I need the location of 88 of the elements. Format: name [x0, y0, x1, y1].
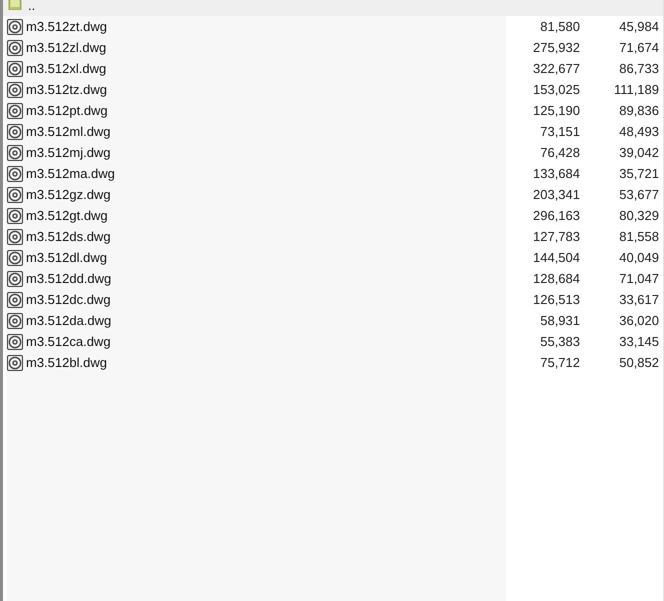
table-cell: 153,025	[533, 82, 580, 97]
table-cell: 50,852	[619, 355, 659, 370]
file-name: m3.512ma.dwg	[26, 166, 115, 181]
table-cell: 275,932	[533, 40, 580, 55]
table-cell: 33,617	[619, 292, 659, 307]
file-name: m3.512xl.dwg	[26, 61, 106, 76]
table-cell: 40,049	[619, 250, 659, 265]
table-cell: 111,189	[614, 82, 659, 97]
disc-file-icon	[7, 124, 23, 140]
disc-file-icon	[7, 334, 23, 350]
file-name: m3.512dc.dwg	[26, 292, 111, 307]
file-row[interactable]: m3.512ma.dwg 133,684 35,721	[3, 163, 663, 184]
file-row[interactable]: m3.512dl.dwg 144,504 40,049	[3, 247, 663, 268]
file-name: m3.512zl.dwg	[26, 40, 106, 55]
table-cell: 75,712	[540, 355, 580, 370]
table-cell: 89,836	[619, 103, 659, 118]
table-cell: 126,513	[533, 292, 580, 307]
file-row[interactable]: m3.512zl.dwg 275,932 71,674	[3, 37, 663, 58]
disc-file-icon	[7, 250, 23, 266]
file-name: m3.512tz.dwg	[26, 82, 107, 97]
file-name: m3.512ca.dwg	[26, 334, 111, 349]
disc-file-icon	[7, 228, 23, 244]
file-name: m3.512ml.dwg	[26, 124, 111, 139]
file-name: m3.512ds.dwg	[26, 229, 111, 244]
table-cell: 53,677	[619, 187, 659, 202]
file-row[interactable]: m3.512dc.dwg 126,513 33,617	[3, 289, 663, 310]
file-row[interactable]: m3.512ml.dwg 73,151 48,493	[3, 121, 663, 142]
disc-file-icon	[7, 312, 23, 328]
table-cell: 322,677	[533, 61, 580, 76]
file-name: m3.512dl.dwg	[26, 250, 107, 265]
table-cell: 144,504	[533, 250, 580, 265]
file-name: m3.512gt.dwg	[26, 208, 108, 223]
table-cell: 71,047	[619, 271, 659, 286]
file-name: m3.512mj.dwg	[26, 145, 111, 160]
table-cell: 36,020	[619, 313, 659, 328]
file-name: m3.512gz.dwg	[26, 187, 111, 202]
file-row[interactable]: m3.512gz.dwg 203,341 53,677	[3, 184, 663, 205]
disc-file-icon	[7, 82, 23, 98]
table-cell: 127,783	[533, 229, 580, 244]
file-row[interactable]: m3.512ds.dwg 127,783 81,558	[3, 226, 663, 247]
disc-file-icon	[7, 270, 23, 286]
file-row[interactable]: m3.512pt.dwg 125,190 89,836	[3, 100, 663, 121]
disc-file-icon	[7, 166, 23, 182]
table-cell: 39,042	[619, 145, 659, 160]
file-row[interactable]: m3.512dd.dwg 128,684 71,047	[3, 268, 663, 289]
table-cell: 48,493	[619, 124, 659, 139]
disc-file-icon	[7, 40, 23, 56]
folder-icon	[8, 0, 22, 10]
table-cell: 296,163	[533, 208, 580, 223]
file-row[interactable]: m3.512mj.dwg 76,428 39,042	[3, 142, 663, 163]
table-cell: 35,721	[619, 166, 659, 181]
file-name: ..	[28, 0, 36, 12]
table-cell: 55,383	[540, 334, 580, 349]
table-cell: 80,329	[619, 208, 659, 223]
table-cell: 76,428	[540, 145, 580, 160]
file-row[interactable]: m3.512tz.dwg 153,025 111,189	[3, 79, 663, 100]
file-row[interactable]: m3.512xl.dwg 322,677 86,733	[3, 58, 663, 79]
disc-file-icon	[7, 292, 23, 308]
file-row[interactable]: m3.512zt.dwg 81,580 45,984	[3, 16, 663, 37]
file-name: m3.512bl.dwg	[26, 355, 107, 370]
file-row[interactable]: m3.512bl.dwg 75,712 50,852	[3, 352, 663, 373]
table-cell: 58,931	[540, 313, 580, 328]
table-cell: 33,145	[619, 334, 659, 349]
table-cell: 125,190	[533, 103, 580, 118]
disc-file-icon	[7, 60, 23, 76]
file-row[interactable]: m3.512ca.dwg 55,383 33,145	[3, 331, 663, 352]
file-name: m3.512pt.dwg	[26, 103, 108, 118]
file-row[interactable]: m3.512da.dwg 58,931 36,020	[3, 310, 663, 331]
file-name: m3.512dd.dwg	[26, 271, 112, 286]
disc-file-icon	[7, 18, 23, 34]
disc-file-icon	[7, 102, 23, 118]
disc-file-icon	[7, 208, 23, 224]
table-cell: 133,684	[533, 166, 580, 181]
file-name: m3.512zt.dwg	[26, 19, 107, 34]
file-name: m3.512da.dwg	[26, 313, 112, 328]
table-cell: 203,341	[533, 187, 580, 202]
disc-file-icon	[7, 354, 23, 370]
table-cell: 81,580	[540, 19, 580, 34]
table-cell: 73,151	[540, 124, 580, 139]
disc-file-icon	[7, 186, 23, 202]
file-row[interactable]: m3.512gt.dwg 296,163 80,329	[3, 205, 663, 226]
disc-file-icon	[7, 144, 23, 160]
table-cell: 81,558	[619, 229, 659, 244]
table-cell: 45,984	[619, 19, 659, 34]
parent-folder-row[interactable]: ..	[3, 0, 663, 16]
table-cell: 86,733	[619, 61, 659, 76]
table-cell: 128,684	[533, 271, 580, 286]
table-cell: 71,674	[619, 40, 659, 55]
